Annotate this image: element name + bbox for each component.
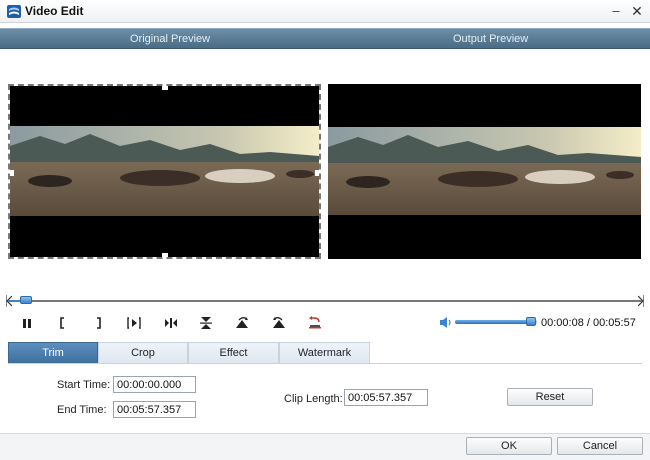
set-end-button[interactable]	[89, 315, 107, 331]
tab-watermark[interactable]: Watermark	[279, 342, 370, 363]
dialog-footer	[0, 433, 650, 460]
tab-trim[interactable]: Trim	[8, 342, 98, 363]
cancel-button[interactable]: Cancel	[557, 437, 643, 455]
close-button[interactable]: ✕	[629, 3, 645, 19]
frame-step-icon	[127, 317, 141, 329]
video-frame-image	[328, 127, 641, 215]
flip-vertical-icon	[200, 317, 212, 329]
split-icon	[165, 318, 177, 328]
pause-icon	[23, 319, 31, 328]
restore-button[interactable]	[306, 315, 324, 331]
restore-icon	[309, 316, 321, 329]
reset-button[interactable]: Reset	[507, 388, 593, 406]
crop-handle-right-middle[interactable]	[315, 170, 319, 176]
end-time-field[interactable]	[113, 401, 196, 418]
original-preview-video[interactable]	[8, 84, 321, 259]
start-time-label: Start Time:	[57, 379, 111, 391]
pause-button[interactable]	[18, 315, 36, 331]
ok-button[interactable]: OK	[466, 437, 552, 455]
set-start-button[interactable]	[54, 315, 72, 331]
volume-level	[455, 320, 531, 324]
minimize-button[interactable]: –	[608, 3, 624, 19]
timeline-thumb[interactable]	[20, 296, 32, 304]
clip-length-label: Clip Length:	[284, 393, 343, 405]
flip-vertical-button[interactable]	[197, 315, 215, 331]
timeline-track	[8, 300, 642, 302]
total-time: 00:05:57	[593, 317, 636, 329]
window-title: Video Edit	[25, 4, 84, 18]
bracket-right-icon	[97, 317, 101, 329]
video-frame-image	[10, 126, 319, 216]
current-time: 00:00:08	[541, 317, 584, 329]
start-time-field[interactable]	[113, 376, 196, 393]
edit-tabs: Trim Crop Effect Watermark	[8, 342, 642, 364]
original-preview-label: Original Preview	[130, 33, 211, 45]
tab-effect[interactable]: Effect	[188, 342, 279, 363]
preview-header-bar: Original Preview Output Preview	[0, 28, 650, 49]
end-time-label: End Time:	[57, 404, 107, 416]
bracket-left-icon	[60, 317, 64, 329]
rotate-right-icon	[236, 317, 248, 328]
clip-length-field	[344, 389, 428, 406]
crop-handle-top-center[interactable]	[162, 86, 168, 90]
volume-thumb[interactable]	[526, 317, 536, 326]
rotate-left-button[interactable]	[270, 315, 288, 331]
time-separator: /	[586, 317, 590, 329]
output-preview-label: Output Preview	[453, 33, 529, 45]
frame-step-button[interactable]	[125, 315, 143, 331]
rotate-right-button[interactable]	[233, 315, 251, 331]
app-logo-icon	[7, 5, 21, 18]
timeline-slider[interactable]	[6, 295, 644, 307]
split-button[interactable]	[162, 315, 180, 331]
title-bar: Video Edit – ✕	[0, 0, 650, 23]
volume-slider[interactable]	[455, 317, 537, 326]
output-preview-video	[328, 84, 641, 259]
time-readout: 00:00:08 / 00:05:57	[541, 317, 636, 329]
rotate-left-icon	[273, 317, 285, 328]
crop-handle-left-middle[interactable]	[10, 170, 14, 176]
volume-icon[interactable]	[439, 316, 452, 329]
tab-crop[interactable]: Crop	[98, 342, 188, 363]
timeline-end-marker-icon[interactable]	[638, 295, 644, 307]
crop-handle-bottom-center[interactable]	[162, 253, 168, 257]
